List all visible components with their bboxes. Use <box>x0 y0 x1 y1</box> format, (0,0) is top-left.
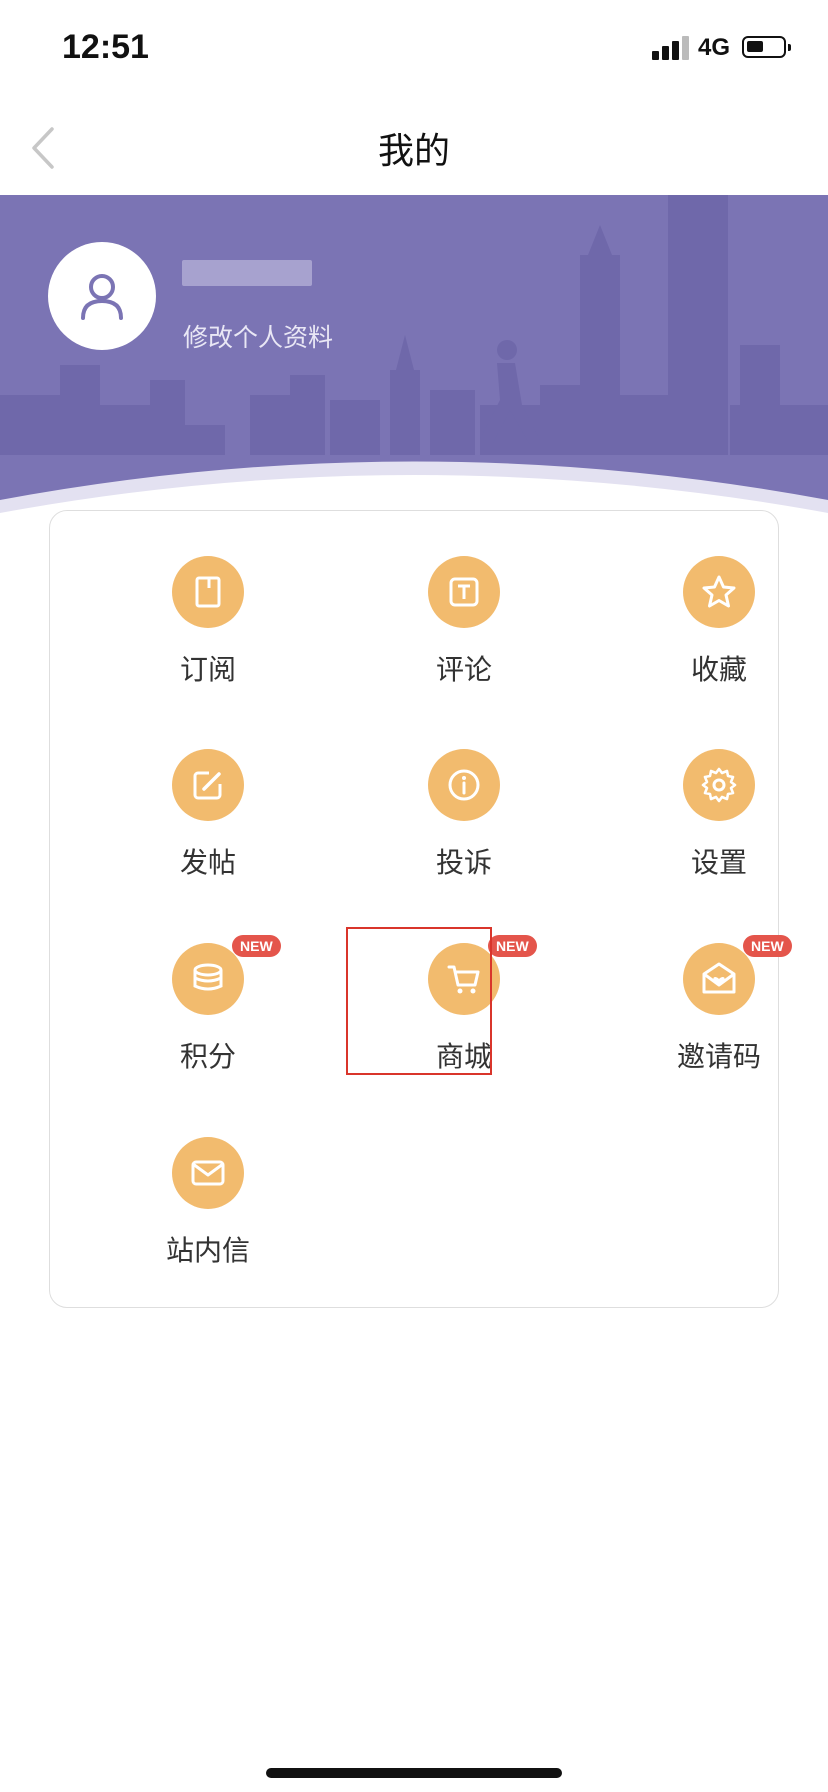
coins-icon <box>172 943 244 1015</box>
new-badge: NEW <box>232 935 281 957</box>
gear-icon <box>683 749 755 821</box>
status-time: 12:51 <box>62 28 149 66</box>
menu-item-complaint[interactable]: 投诉 <box>374 749 554 909</box>
menu-label: 积分 <box>179 1040 236 1073</box>
menu-card: 订阅 评论 收藏 发帖 投诉 设置 NEW 积分 NEW 商城 NEW 邀请码 … <box>49 510 792 1308</box>
star-icon <box>683 556 755 628</box>
edit-profile-link[interactable]: 修改个人资料 <box>183 318 333 354</box>
home-indicator[interactable] <box>266 1768 562 1778</box>
book-icon <box>172 556 244 628</box>
menu-label: 设置 <box>690 846 747 879</box>
menu-item-favorites[interactable]: 收藏 <box>629 556 809 716</box>
menu-item-points[interactable]: NEW 积分 <box>118 935 298 1103</box>
network-label: 4G <box>698 34 731 61</box>
edit-icon <box>172 749 244 821</box>
menu-label: 订阅 <box>179 653 236 686</box>
menu-item-subscribe[interactable]: 订阅 <box>118 556 298 716</box>
menu-item-post[interactable]: 发帖 <box>118 749 298 909</box>
new-badge: NEW <box>488 935 537 957</box>
text-box-icon <box>428 556 500 628</box>
battery-icon <box>742 36 791 58</box>
info-icon <box>428 749 500 821</box>
menu-label: 站内信 <box>165 1234 250 1267</box>
menu-label: 评论 <box>435 653 492 686</box>
menu-item-invite-code[interactable]: NEW 邀请码 <box>629 935 809 1103</box>
menu-label: 投诉 <box>435 846 492 879</box>
new-badge: NEW <box>743 935 792 957</box>
page-title: 我的 <box>377 131 450 172</box>
highlight-annotation <box>346 927 492 1075</box>
username-redacted <box>182 260 312 286</box>
menu-item-comments[interactable]: 评论 <box>374 556 554 716</box>
user-icon <box>81 274 123 320</box>
status-bar: 12:51 4G <box>0 0 828 100</box>
nav-bar: 我的 <box>0 100 828 195</box>
envelope-heart-icon <box>683 943 755 1015</box>
menu-label: 发帖 <box>179 846 236 879</box>
avatar[interactable] <box>48 242 156 350</box>
menu-item-settings[interactable]: 设置 <box>629 749 809 909</box>
mail-icon <box>172 1137 244 1209</box>
menu-item-messages[interactable]: 站内信 <box>118 1137 298 1297</box>
menu-label: 邀请码 <box>676 1040 761 1073</box>
signal-icon <box>652 34 692 60</box>
menu-label: 收藏 <box>690 653 747 686</box>
